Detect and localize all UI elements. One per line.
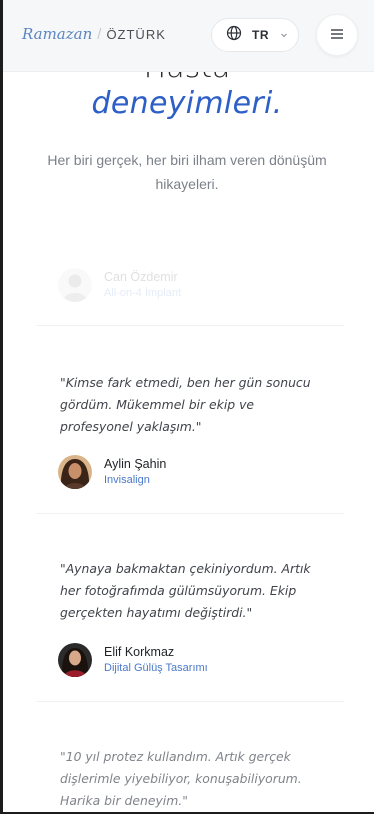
language-code: TR: [252, 28, 269, 42]
testimonial-author-elif: Elif Korkmaz Dijital Gülüş Tasarımı: [58, 643, 208, 677]
testimonial-quote: "10 yıl protez kullandım. Artık gerçek d…: [60, 749, 302, 808]
window-edge: [0, 0, 3, 814]
page: Hasta deneyimleri. Her biri gerçek, her …: [0, 0, 374, 814]
testimonial-quote: "Aynaya bakmaktan çekiniyordum. Artık he…: [60, 561, 311, 620]
treatment-tag: Invisalign: [104, 474, 150, 486]
testimonial-quote: "Kimse fark etmedi, ben her gün sonucu g…: [60, 375, 311, 434]
chevron-down-icon: [269, 26, 288, 44]
brand-separator: /: [97, 26, 102, 43]
section-subtitle: Her biri gerçek, her biri ilham veren dö…: [47, 152, 327, 192]
brand-last-name: ÖZTÜRK: [106, 27, 166, 42]
language-selector[interactable]: TR: [211, 18, 299, 52]
menu-button[interactable]: [316, 14, 358, 56]
divider: [36, 325, 344, 326]
testimonial-card: "10 yıl protez kullandım. Artık gerçek d…: [36, 746, 344, 812]
author-name: Elif Korkmaz: [104, 645, 175, 659]
site-header: Ramazan / ÖZTÜRK TR: [0, 0, 374, 72]
testimonial-author-can: Can Özdemir All-on-4 İmplant: [58, 268, 181, 302]
hamburger-menu-icon: [331, 26, 343, 44]
avatar: [58, 643, 92, 677]
avatar: [58, 268, 92, 302]
author-name: Aylin Şahin: [104, 457, 167, 471]
divider: [36, 513, 344, 514]
brand-first-name: Ramazan: [22, 25, 93, 43]
brand-logo[interactable]: Ramazan / ÖZTÜRK: [22, 25, 166, 43]
author-name: Can Özdemir: [104, 270, 178, 284]
section-heading-accent: deneyimleri.: [91, 86, 283, 121]
treatment-tag: Dijital Gülüş Tasarımı: [104, 662, 208, 674]
divider: [36, 701, 344, 702]
treatment-tag: All-on-4 İmplant: [104, 287, 182, 299]
testimonial-card: "Aynaya bakmaktan çekiniyordum. Artık he…: [36, 558, 344, 624]
globe-icon: [226, 25, 242, 46]
testimonial-card: "Kimse fark etmedi, ben her gün sonucu g…: [36, 372, 344, 438]
avatar: [58, 455, 92, 489]
testimonial-author-aylin: Aylin Şahin Invisalign: [58, 455, 166, 489]
